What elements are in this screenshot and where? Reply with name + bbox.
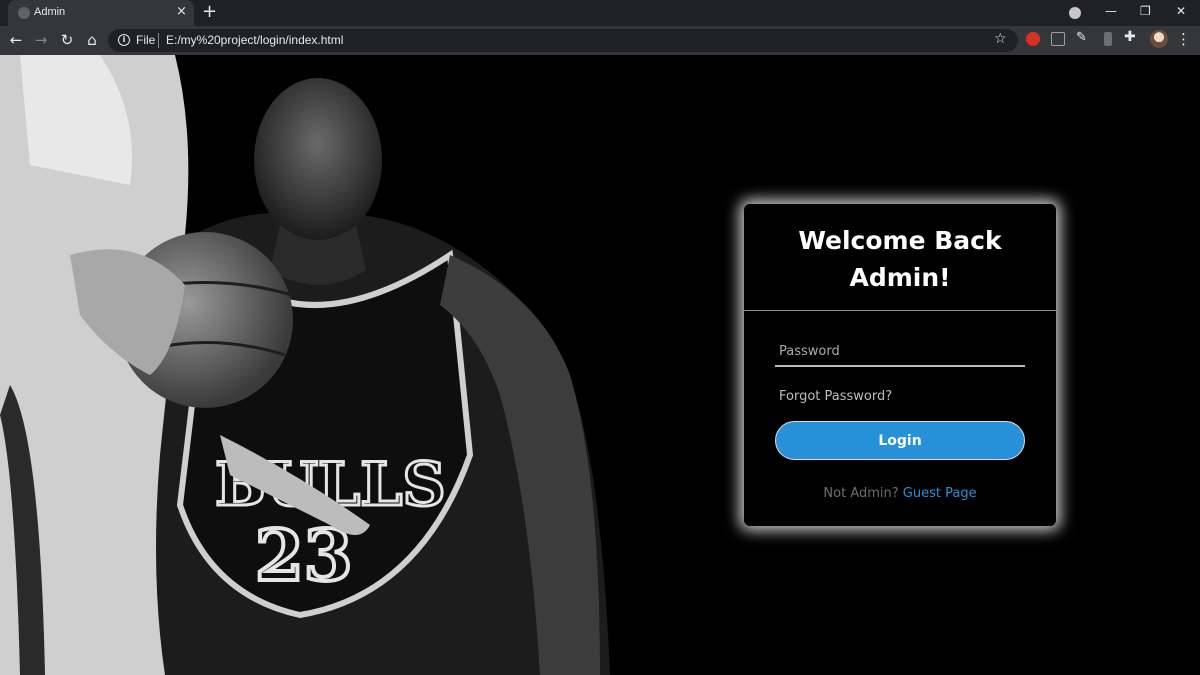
minimize-button[interactable]: — xyxy=(1105,3,1117,19)
signup-line: Not Admin? Guest Page xyxy=(744,486,1056,501)
forward-icon[interactable]: → xyxy=(31,30,51,50)
pen-icon[interactable]: ✎ xyxy=(1076,30,1087,45)
hero-photo: BULLS 23 xyxy=(0,55,620,675)
extension-icon[interactable] xyxy=(1026,32,1040,46)
url-text[interactable]: E:/my%20project/login/index.html xyxy=(166,33,343,47)
browser-tab-strip: Admin × + — ❐ ✕ xyxy=(0,0,1200,26)
menu-icon[interactable]: ⋮ xyxy=(1176,30,1191,48)
close-window-button[interactable]: ✕ xyxy=(1176,3,1186,19)
title-line-1: Welcome Back xyxy=(798,226,1002,255)
login-page: BULLS 23 Welcome Back Admin! Forgot Pass… xyxy=(0,55,1200,675)
home-icon[interactable]: ⌂ xyxy=(82,30,102,50)
browser-tab[interactable]: Admin × xyxy=(8,0,194,26)
browser-toolbar: ← → ↻ ⌂ i File E:/my%20project/login/ind… xyxy=(0,26,1200,55)
new-tab-button[interactable]: + xyxy=(202,2,217,22)
star-icon[interactable]: ☆ xyxy=(994,31,1007,47)
tab-title: Admin xyxy=(34,6,66,18)
title-line-2: Admin! xyxy=(849,263,951,292)
extension-icon[interactable] xyxy=(1104,32,1112,46)
login-button[interactable]: Login xyxy=(775,421,1025,460)
address-bar[interactable]: i File E:/my%20project/login/index.html … xyxy=(108,29,1018,52)
puzzle-icon[interactable]: ✚ xyxy=(1124,29,1136,45)
password-field xyxy=(775,337,1025,367)
guest-page-link[interactable]: Guest Page xyxy=(903,486,977,501)
avatar[interactable] xyxy=(1150,30,1168,48)
card-title: Welcome Back Admin! xyxy=(744,222,1056,296)
forgot-password-link[interactable]: Forgot Password? xyxy=(779,389,892,404)
globe-icon xyxy=(18,7,30,19)
divider xyxy=(744,310,1056,311)
tab-close-button[interactable]: × xyxy=(176,4,187,20)
password-input[interactable] xyxy=(775,337,1025,365)
login-card: Welcome Back Admin! Forgot Password? Log… xyxy=(744,204,1056,526)
info-icon[interactable]: i xyxy=(118,34,130,46)
not-admin-text: Not Admin? xyxy=(823,486,899,501)
tab-search-icon[interactable] xyxy=(1069,7,1081,19)
restore-button[interactable]: ❐ xyxy=(1140,3,1151,19)
reload-icon[interactable]: ↻ xyxy=(57,30,77,50)
scheme-label: File xyxy=(136,33,156,47)
back-icon[interactable]: ← xyxy=(6,30,26,50)
extension-icon[interactable] xyxy=(1051,32,1065,46)
omnibox-separator xyxy=(158,33,159,48)
